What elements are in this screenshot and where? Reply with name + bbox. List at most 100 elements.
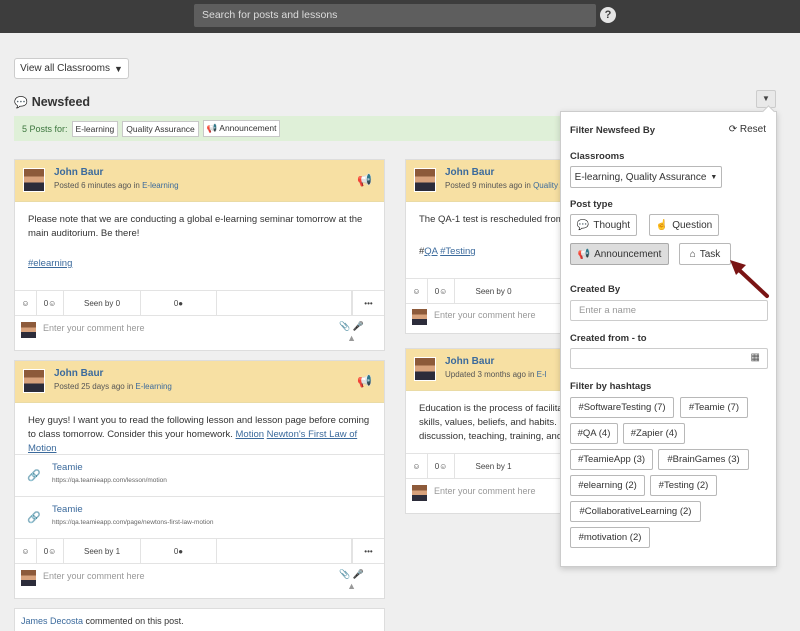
comment-count[interactable]: 0 ● xyxy=(141,539,217,563)
microphone-icon[interactable]: 🎤 xyxy=(353,569,364,579)
react-icon[interactable]: ☺ xyxy=(406,454,428,478)
paperclip-icon[interactable]: 📎 xyxy=(339,321,350,331)
hashtag-filter[interactable]: #QA (4) xyxy=(570,423,618,444)
help-icon[interactable]: ? xyxy=(600,7,616,23)
comment-input[interactable]: Enter your comment here xyxy=(434,486,536,496)
post-author[interactable]: John Baur xyxy=(445,167,494,178)
lesson-link[interactable]: Motion xyxy=(236,429,265,440)
post-classroom[interactable]: E-learning xyxy=(142,181,178,190)
comment-input[interactable]: Enter your comment here xyxy=(43,571,145,581)
react-icon[interactable]: ☺ xyxy=(15,291,37,315)
post-text-line: skills, values, beliefs, and habits. Ed xyxy=(419,417,564,428)
view-classrooms-dropdown[interactable]: View all Classrooms ▼ xyxy=(14,58,129,79)
post-stats: ☺ 0 ☺ Seen by 0 xyxy=(406,278,564,304)
comment-count[interactable]: 0 ● xyxy=(141,291,217,315)
filter-panel: Filter Newsfeed By ⟳ Reset Classrooms E-… xyxy=(560,105,777,567)
type-thought-button[interactable]: 💬 Thought xyxy=(570,214,637,236)
type-announcement-label: Announcement xyxy=(594,248,662,260)
post-classroom[interactable]: E-learning xyxy=(135,382,171,391)
refresh-icon: ⟳ xyxy=(728,124,738,135)
hashtag-link[interactable]: #Testing xyxy=(440,246,475,257)
seen-by[interactable]: Seen by 0 xyxy=(64,291,141,315)
classrooms-label: Classrooms xyxy=(570,151,625,162)
hashtag-filter[interactable]: #CollaborativeLearning (2) xyxy=(570,501,701,522)
filter-button[interactable]: ▼ xyxy=(756,90,776,108)
reset-button[interactable]: ⟳ Reset xyxy=(729,124,766,135)
more-options-icon[interactable]: ••• xyxy=(352,291,384,315)
type-question-button[interactable]: ☝ Question xyxy=(649,214,719,236)
activity-card: James Decosta commented on this post. xyxy=(14,608,385,631)
reaction-count[interactable]: 0 ☺ xyxy=(428,454,455,478)
hashtag-filter[interactable]: #BrainGames (3) xyxy=(658,449,749,470)
reaction-count[interactable]: 0 ☺ xyxy=(37,539,64,563)
calendar-icon[interactable]: ▦ xyxy=(751,352,760,363)
avatar[interactable] xyxy=(414,168,436,192)
drive-icon[interactable]: ▲ xyxy=(347,581,356,591)
post-card: John Baur Updated 3 months ago in E-l Ed… xyxy=(405,348,565,514)
chip-announcement[interactable]: 📢 Announcement xyxy=(202,120,281,137)
seen-by[interactable]: Seen by 0 xyxy=(455,279,532,303)
post-author[interactable]: John Baur xyxy=(54,368,103,379)
created-by-label: Created By xyxy=(570,284,621,295)
react-icon[interactable]: ☺ xyxy=(15,539,37,563)
hashtag-filter[interactable]: #Teamie (7) xyxy=(680,397,748,418)
post-body: Education is the process of facilitat sk… xyxy=(406,391,564,444)
seen-by[interactable]: Seen by 1 xyxy=(455,454,532,478)
comment-input[interactable]: Enter your comment here xyxy=(434,310,536,320)
reaction-count[interactable]: 0 ☺ xyxy=(37,291,64,315)
hashtag-filter[interactable]: #TeamieApp (3) xyxy=(570,449,653,470)
post-card: John Baur Posted 6 minutes ago in E-lear… xyxy=(14,159,385,351)
post-author[interactable]: John Baur xyxy=(54,167,103,178)
activity-user[interactable]: James Decosta xyxy=(21,616,83,626)
hashtag-filter[interactable]: #elearning (2) xyxy=(570,475,645,496)
more-options-icon[interactable]: ••• xyxy=(352,539,384,563)
comment-box[interactable]: Enter your comment here 📎 🎤 ▲ xyxy=(15,565,384,595)
attachment-link[interactable]: 🔗 Teamie https://qa.teamieapp.com/page/n… xyxy=(15,496,384,538)
hashtag-filter[interactable]: #Zapier (4) xyxy=(623,423,685,444)
drive-icon[interactable]: ▲ xyxy=(347,333,356,343)
type-task-label: Task xyxy=(699,248,721,260)
microphone-icon[interactable]: 🎤 xyxy=(353,321,364,331)
hashtag-link[interactable]: #elearning xyxy=(28,257,371,271)
activity-text: commented on this post. xyxy=(85,616,184,626)
filter-title: Filter Newsfeed By xyxy=(570,125,655,136)
chip-quality-assurance[interactable]: Quality Assurance xyxy=(122,120,199,137)
hashtag-filter[interactable]: #Testing (2) xyxy=(650,475,717,496)
link-icon: 🔗 xyxy=(27,512,41,524)
attachment-title[interactable]: Teamie xyxy=(52,462,83,473)
classrooms-value: E-learning, Quality Assurance xyxy=(574,171,707,183)
post-body: Hey guys! I want you to read the followi… xyxy=(15,403,384,454)
attachment-link[interactable]: 🔗 Teamie https://qa.teamieapp.com/lesson… xyxy=(15,454,384,496)
post-classroom[interactable]: E-l xyxy=(537,370,547,379)
search-input[interactable]: Search for posts and lessons xyxy=(194,4,596,27)
post-meta: Updated 3 months ago in E-l xyxy=(445,370,546,379)
type-announcement-button[interactable]: 📢 Announcement xyxy=(570,243,669,265)
attachment-url[interactable]: https://qa.teamieapp.com/lesson/motion xyxy=(52,477,167,484)
post-type-label: Post type xyxy=(570,199,613,210)
hashtag-link[interactable]: QA xyxy=(424,246,437,257)
attachment-title[interactable]: Teamie xyxy=(52,504,83,515)
avatar[interactable] xyxy=(23,168,45,192)
comment-box[interactable]: Enter your comment here xyxy=(406,304,564,334)
reaction-count[interactable]: 0 ☺ xyxy=(428,279,455,303)
post-author[interactable]: John Baur xyxy=(445,356,494,367)
attachment-url[interactable]: https://qa.teamieapp.com/page/newtons-fi… xyxy=(52,519,214,526)
seen-by[interactable]: Seen by 1 xyxy=(64,539,141,563)
type-task-button[interactable]: ⌂ Task xyxy=(679,243,731,265)
comment-box[interactable]: Enter your comment here 📎 🎤 ▲ xyxy=(15,317,384,347)
classrooms-select[interactable]: E-learning, Quality Assurance ▼ xyxy=(570,166,722,188)
comment-box[interactable]: Enter your comment here xyxy=(406,480,564,510)
chip-elearning[interactable]: E-learning xyxy=(71,120,119,137)
react-icon[interactable]: ☺ xyxy=(406,279,428,303)
date-range-input[interactable]: ▦ xyxy=(570,348,768,369)
avatar[interactable] xyxy=(414,357,436,381)
avatar xyxy=(411,308,428,326)
post-meta: Posted 6 minutes ago in E-learning xyxy=(54,181,179,190)
comment-input[interactable]: Enter your comment here xyxy=(43,323,145,333)
post-time: Posted 9 minutes ago in xyxy=(445,181,531,190)
paperclip-icon[interactable]: 📎 xyxy=(339,569,350,579)
post-stats: ☺ 0 ☺ Seen by 0 0 ● ••• xyxy=(15,290,384,316)
hashtag-filter[interactable]: #motivation (2) xyxy=(570,527,650,548)
avatar[interactable] xyxy=(23,369,45,393)
hashtag-filter[interactable]: #SoftwareTesting (7) xyxy=(570,397,674,418)
